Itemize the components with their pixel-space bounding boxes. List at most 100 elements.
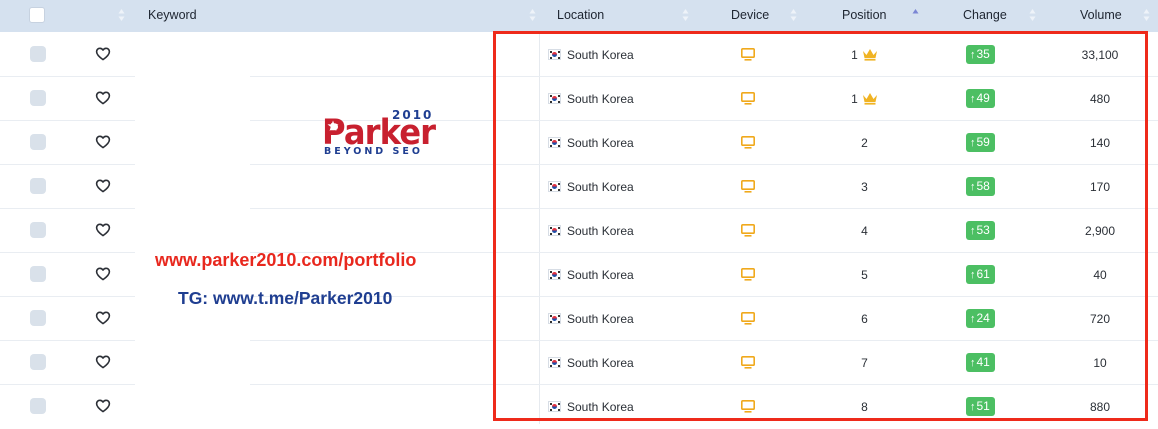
arrow-up-icon: ↑ — [970, 357, 976, 369]
location-cell: South Korea — [567, 136, 634, 150]
table-row[interactable]: South Korea 3 ↑58 170 — [0, 165, 1158, 209]
table-row[interactable]: South Korea 1 ↑49 480 — [0, 77, 1158, 121]
change-badge: ↑58 — [966, 177, 995, 196]
desktop-monitor-icon — [741, 92, 755, 105]
position-cell: 2 — [822, 121, 907, 165]
table-row[interactable]: South Korea 1 ↑35 33,100 — [0, 33, 1158, 77]
desktop-monitor-icon — [741, 180, 755, 193]
south-korea-flag-icon — [548, 401, 561, 412]
heart-icon[interactable] — [95, 178, 111, 194]
heart-icon[interactable] — [95, 310, 111, 326]
crown-icon — [862, 49, 877, 61]
logo-tagline: BEYOND SEO — [324, 146, 423, 157]
desktop-monitor-icon — [741, 400, 755, 413]
position-value: 7 — [861, 356, 868, 370]
arrow-up-icon: ↑ — [970, 225, 976, 237]
position-cell: 7 — [822, 341, 907, 385]
volume-cell: 10 — [1093, 356, 1107, 370]
position-cell: 5 — [822, 253, 907, 297]
heart-icon[interactable] — [95, 134, 111, 150]
row-checkbox[interactable] — [30, 90, 46, 106]
watermark-telegram: TG: www.t.me/Parker2010 — [178, 288, 393, 308]
arrow-up-icon: ↑ — [970, 181, 976, 193]
header-volume[interactable]: Volume — [1080, 0, 1122, 32]
arrow-up-icon: ↑ — [970, 49, 976, 61]
table-header: Keyword Location Device Position Change … — [0, 0, 1158, 32]
change-badge: ↑24 — [966, 309, 995, 328]
header-device[interactable]: Device — [731, 0, 769, 32]
row-checkbox[interactable] — [30, 354, 46, 370]
table-row[interactable]: South Korea 8 ↑51 880 — [0, 385, 1158, 429]
position-value: 4 — [861, 224, 868, 238]
location-cell: South Korea — [567, 180, 634, 194]
south-korea-flag-icon — [548, 313, 561, 324]
volume-cell: 33,100 — [1081, 48, 1119, 62]
change-badge: ↑51 — [966, 397, 995, 416]
heart-icon[interactable] — [95, 266, 111, 282]
south-korea-flag-icon — [548, 225, 561, 236]
row-checkbox[interactable] — [30, 134, 46, 150]
table-row[interactable]: South Korea 2 ↑59 140 — [0, 121, 1158, 165]
row-checkbox[interactable] — [30, 398, 46, 414]
header-position[interactable]: Position — [842, 0, 886, 32]
desktop-monitor-icon — [741, 136, 755, 149]
table-row[interactable]: South Korea 7 ↑41 10 — [0, 341, 1158, 385]
watermark-url: www.parker2010.com/portfolio — [155, 250, 417, 270]
header-change[interactable]: Change — [963, 0, 1007, 32]
change-value: 53 — [976, 223, 990, 237]
row-checkbox[interactable] — [30, 178, 46, 194]
volume-cell: 170 — [1089, 180, 1111, 194]
device-sort-icon[interactable] — [790, 8, 797, 22]
change-sort-icon[interactable] — [1029, 8, 1036, 22]
star-icon — [327, 120, 339, 131]
row-checkbox[interactable] — [30, 222, 46, 238]
row-checkbox[interactable] — [30, 266, 46, 282]
change-value: 58 — [976, 179, 990, 193]
position-cell: 4 — [822, 209, 907, 253]
location-cell: South Korea — [567, 92, 634, 106]
south-korea-flag-icon — [548, 181, 561, 192]
location-cell: South Korea — [567, 48, 634, 62]
position-cell: 6 — [822, 297, 907, 341]
volume-cell: 480 — [1089, 92, 1111, 106]
location-sort-icon[interactable] — [682, 8, 689, 22]
table-row[interactable]: South Korea 6 ↑24 720 — [0, 297, 1158, 341]
volume-sort-icon[interactable] — [1143, 8, 1150, 22]
arrow-up-icon: ↑ — [970, 137, 976, 149]
change-badge: ↑61 — [966, 265, 995, 284]
location-cell: South Korea — [567, 268, 634, 282]
header-location[interactable]: Location — [557, 0, 604, 32]
position-value: 6 — [861, 312, 868, 326]
change-badge: ↑53 — [966, 221, 995, 240]
south-korea-flag-icon — [548, 269, 561, 280]
row-checkbox[interactable] — [30, 46, 46, 62]
change-badge: ↑41 — [966, 353, 995, 372]
sort-icon[interactable] — [118, 8, 125, 22]
desktop-monitor-icon — [741, 224, 755, 237]
desktop-monitor-icon — [741, 312, 755, 325]
location-cell: South Korea — [567, 312, 634, 326]
location-cell: South Korea — [567, 224, 634, 238]
location-cell: South Korea — [567, 400, 634, 414]
heart-icon[interactable] — [95, 90, 111, 106]
table-row[interactable]: South Korea 4 ↑53 2,900 — [0, 209, 1158, 253]
heart-icon[interactable] — [95, 354, 111, 370]
position-sort-asc-icon[interactable] — [912, 8, 919, 22]
arrow-up-icon: ↑ — [970, 401, 976, 413]
position-cell: 3 — [822, 165, 907, 209]
position-cell: 1 — [822, 33, 907, 77]
change-badge: ↑35 — [966, 45, 995, 64]
row-checkbox[interactable] — [30, 310, 46, 326]
desktop-monitor-icon — [741, 268, 755, 281]
heart-icon[interactable] — [95, 398, 111, 414]
arrow-up-icon: ↑ — [970, 269, 976, 281]
arrow-up-icon: ↑ — [970, 93, 976, 105]
header-keyword[interactable]: Keyword — [148, 0, 197, 32]
heart-icon[interactable] — [95, 222, 111, 238]
select-all-checkbox[interactable] — [29, 7, 45, 23]
change-value: 61 — [976, 267, 990, 281]
heart-icon[interactable] — [95, 46, 111, 62]
keyword-sort-icon[interactable] — [529, 8, 536, 22]
position-cell: 8 — [822, 385, 907, 429]
change-badge: ↑49 — [966, 89, 995, 108]
